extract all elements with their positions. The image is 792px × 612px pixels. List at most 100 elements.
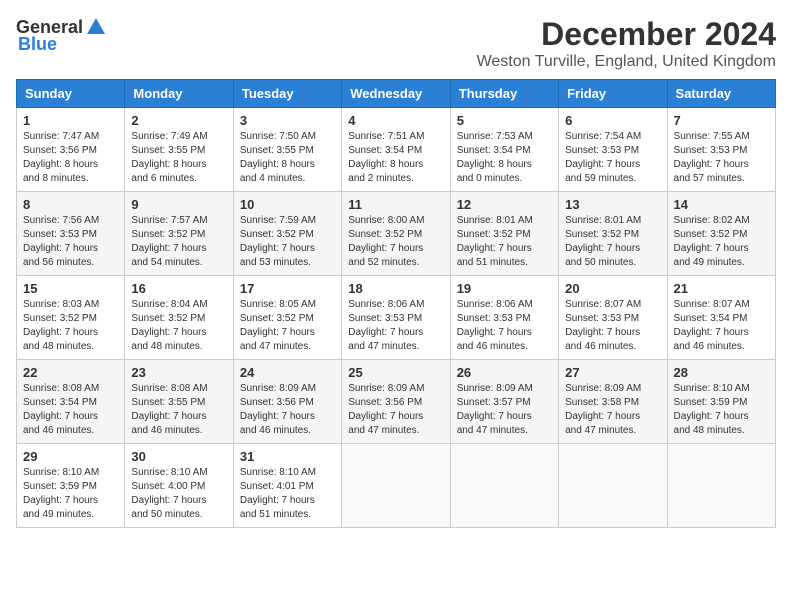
day-info: Sunrise: 7:59 AM Sunset: 3:52 PM Dayligh… [240,214,335,270]
day-info: Sunrise: 8:06 AM Sunset: 3:53 PM Dayligh… [348,298,443,354]
calendar-weekday-sunday: Sunday [17,80,125,108]
day-info: Sunrise: 8:03 AM Sunset: 3:52 PM Dayligh… [23,298,118,354]
day-number: 26 [457,365,552,380]
calendar-cell: 29Sunrise: 8:10 AM Sunset: 3:59 PM Dayli… [17,444,125,528]
calendar-cell: 20 Sunrise: 8:07 AM Sunset: 3:53 PM Dayli… [559,276,667,360]
calendar-cell: 9Sunrise: 7:57 AM Sunset: 3:52 PM Daylig… [125,192,233,276]
day-info: Sunrise: 7:49 AM Sunset: 3:55 PM Dayligh… [131,130,226,186]
calendar-weekday-tuesday: Tuesday [233,80,341,108]
calendar-cell: 25 Sunrise: 8:09 AM Sunset: 3:56 PM Dayli… [342,360,450,444]
day-number: 13 [565,197,660,212]
day-number: 14 [674,197,769,212]
day-number: 4 [348,113,443,128]
day-number: 25 [348,365,443,380]
calendar-cell: 27 Sunrise: 8:09 AM Sunset: 3:58 PM Dayli… [559,360,667,444]
calendar-table: SundayMondayTuesdayWednesdayThursdayFrid… [16,79,776,528]
calendar-cell: 30Sunrise: 8:10 AM Sunset: 4:00 PM Dayli… [125,444,233,528]
calendar-weekday-saturday: Saturday [667,80,775,108]
calendar-cell: 5 Sunrise: 7:53 AM Sunset: 3:54 PM Daylig… [450,108,558,192]
calendar-cell: 17 Sunrise: 8:05 AM Sunset: 3:52 PM Dayli… [233,276,341,360]
day-number: 22 [23,365,118,380]
day-info: Sunrise: 8:07 AM Sunset: 3:54 PM Dayligh… [674,298,769,354]
calendar-cell: 11Sunrise: 8:00 AM Sunset: 3:52 PM Dayli… [342,192,450,276]
day-number: 17 [240,281,335,296]
day-number: 1 [23,113,118,128]
calendar-cell: 26 Sunrise: 8:09 AM Sunset: 3:57 PM Dayli… [450,360,558,444]
day-info: Sunrise: 7:57 AM Sunset: 3:52 PM Dayligh… [131,214,226,270]
calendar-cell: 8Sunrise: 7:56 AM Sunset: 3:53 PM Daylig… [17,192,125,276]
calendar-week-row: 1 Sunrise: 7:47 AM Sunset: 3:56 PM Daylig… [17,108,776,192]
day-number: 27 [565,365,660,380]
day-number: 12 [457,197,552,212]
day-number: 21 [674,281,769,296]
calendar-week-row: 8Sunrise: 7:56 AM Sunset: 3:53 PM Daylig… [17,192,776,276]
day-number: 23 [131,365,226,380]
day-number: 10 [240,197,335,212]
calendar-cell: 21 Sunrise: 8:07 AM Sunset: 3:54 PM Dayli… [667,276,775,360]
day-info: Sunrise: 8:08 AM Sunset: 3:55 PM Dayligh… [131,382,226,438]
logo: General Blue [16,16,109,55]
day-info: Sunrise: 8:09 AM Sunset: 3:56 PM Dayligh… [240,382,335,438]
day-info: Sunrise: 8:10 AM Sunset: 4:00 PM Dayligh… [131,466,226,522]
day-info: Sunrise: 8:07 AM Sunset: 3:53 PM Dayligh… [565,298,660,354]
calendar-cell: 23 Sunrise: 8:08 AM Sunset: 3:55 PM Dayli… [125,360,233,444]
day-number: 29 [23,449,118,464]
day-info: Sunrise: 8:01 AM Sunset: 3:52 PM Dayligh… [457,214,552,270]
day-number: 16 [131,281,226,296]
calendar-body: 1 Sunrise: 7:47 AM Sunset: 3:56 PM Daylig… [17,108,776,528]
calendar-cell: 13 Sunrise: 8:01 AM Sunset: 3:52 PM Dayli… [559,192,667,276]
calendar-cell: 28Sunrise: 8:10 AM Sunset: 3:59 PM Dayli… [667,360,775,444]
day-info: Sunrise: 7:51 AM Sunset: 3:54 PM Dayligh… [348,130,443,186]
day-info: Sunrise: 8:01 AM Sunset: 3:52 PM Dayligh… [565,214,660,270]
day-number: 5 [457,113,552,128]
day-info: Sunrise: 7:47 AM Sunset: 3:56 PM Dayligh… [23,130,118,186]
day-number: 8 [23,197,118,212]
calendar-cell: 19 Sunrise: 8:06 AM Sunset: 3:53 PM Dayli… [450,276,558,360]
day-info: Sunrise: 7:50 AM Sunset: 3:55 PM Dayligh… [240,130,335,186]
day-number: 18 [348,281,443,296]
calendar-cell: 2 Sunrise: 7:49 AM Sunset: 3:55 PM Daylig… [125,108,233,192]
day-info: Sunrise: 8:08 AM Sunset: 3:54 PM Dayligh… [23,382,118,438]
calendar-cell: 7Sunrise: 7:55 AM Sunset: 3:53 PM Daylig… [667,108,775,192]
day-info: Sunrise: 8:05 AM Sunset: 3:52 PM Dayligh… [240,298,335,354]
day-number: 7 [674,113,769,128]
day-number: 11 [348,197,443,212]
calendar-cell: 31 Sunrise: 8:10 AM Sunset: 4:01 PM Dayli… [233,444,341,528]
calendar-cell: 6 Sunrise: 7:54 AM Sunset: 3:53 PM Daylig… [559,108,667,192]
calendar-cell: 3 Sunrise: 7:50 AM Sunset: 3:55 PM Daylig… [233,108,341,192]
day-number: 19 [457,281,552,296]
calendar-header-row: SundayMondayTuesdayWednesdayThursdayFrid… [17,80,776,108]
month-title: December 2024 [477,16,776,53]
day-number: 31 [240,449,335,464]
calendar-week-row: 22 Sunrise: 8:08 AM Sunset: 3:54 PM Dayli… [17,360,776,444]
location: Weston Turville, England, United Kingdom [477,53,776,71]
day-info: Sunrise: 8:02 AM Sunset: 3:52 PM Dayligh… [674,214,769,270]
day-number: 3 [240,113,335,128]
calendar-cell: 15Sunrise: 8:03 AM Sunset: 3:52 PM Dayli… [17,276,125,360]
calendar-weekday-monday: Monday [125,80,233,108]
day-number: 24 [240,365,335,380]
day-info: Sunrise: 8:09 AM Sunset: 3:58 PM Dayligh… [565,382,660,438]
title-block: December 2024 Weston Turville, England, … [477,16,776,71]
day-number: 20 [565,281,660,296]
day-info: Sunrise: 7:53 AM Sunset: 3:54 PM Dayligh… [457,130,552,186]
calendar-cell: 12 Sunrise: 8:01 AM Sunset: 3:52 PM Dayli… [450,192,558,276]
calendar-cell [667,444,775,528]
day-info: Sunrise: 8:09 AM Sunset: 3:56 PM Dayligh… [348,382,443,438]
calendar-cell: 14 Sunrise: 8:02 AM Sunset: 3:52 PM Dayli… [667,192,775,276]
calendar-weekday-thursday: Thursday [450,80,558,108]
day-number: 2 [131,113,226,128]
day-info: Sunrise: 7:54 AM Sunset: 3:53 PM Dayligh… [565,130,660,186]
day-info: Sunrise: 8:09 AM Sunset: 3:57 PM Dayligh… [457,382,552,438]
calendar-week-row: 15Sunrise: 8:03 AM Sunset: 3:52 PM Dayli… [17,276,776,360]
calendar-cell: 1 Sunrise: 7:47 AM Sunset: 3:56 PM Daylig… [17,108,125,192]
day-info: Sunrise: 8:10 AM Sunset: 4:01 PM Dayligh… [240,466,335,522]
day-number: 6 [565,113,660,128]
calendar-cell: 4 Sunrise: 7:51 AM Sunset: 3:54 PM Daylig… [342,108,450,192]
calendar-cell: 16Sunrise: 8:04 AM Sunset: 3:52 PM Dayli… [125,276,233,360]
logo-blue-text: Blue [18,34,57,55]
day-info: Sunrise: 8:06 AM Sunset: 3:53 PM Dayligh… [457,298,552,354]
calendar-cell: 24 Sunrise: 8:09 AM Sunset: 3:56 PM Dayli… [233,360,341,444]
calendar-cell [559,444,667,528]
logo-icon [85,16,107,38]
